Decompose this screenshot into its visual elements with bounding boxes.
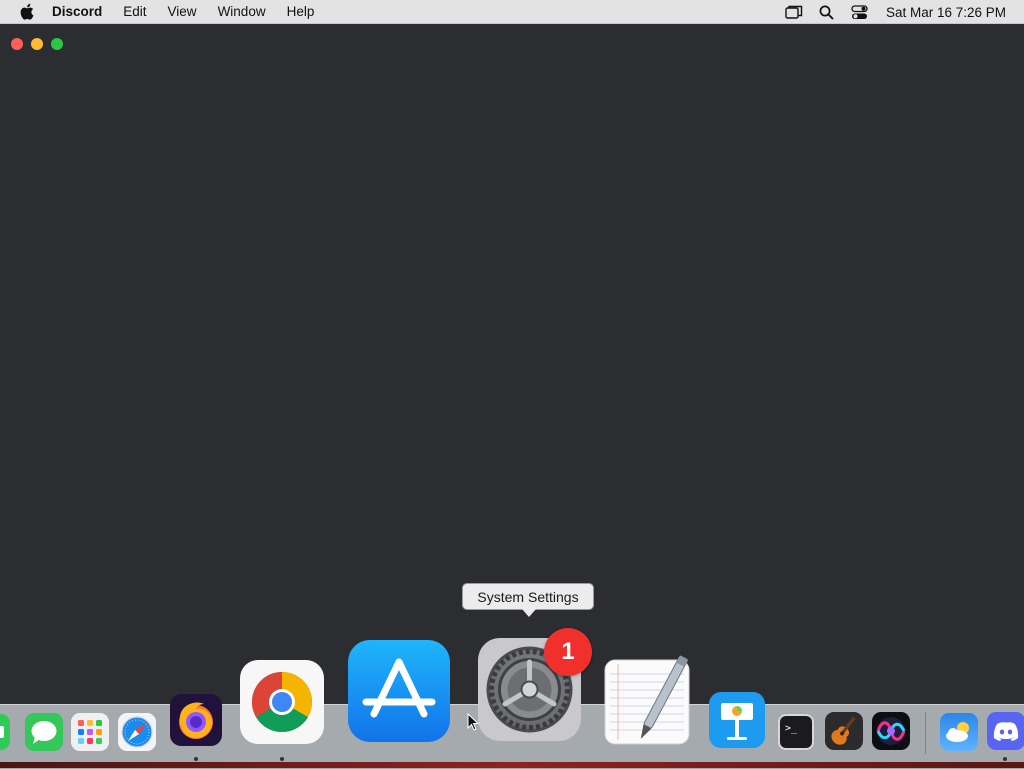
dock-app-chrome[interactable]	[240, 660, 324, 744]
dock-app-app-store[interactable]	[348, 640, 450, 742]
running-indicator	[280, 757, 284, 761]
dock-app-firefox[interactable]	[170, 694, 222, 746]
menu-view[interactable]: View	[168, 0, 197, 24]
menu-app-name[interactable]: Discord	[52, 0, 102, 24]
search-icon[interactable]	[818, 4, 836, 20]
dock-app-textedit[interactable]	[604, 650, 692, 746]
menu-window[interactable]: Window	[218, 0, 266, 24]
control-center-icon[interactable]	[851, 4, 869, 20]
menu-help[interactable]: Help	[287, 0, 315, 24]
maximize-button[interactable]	[51, 38, 63, 50]
minimize-button[interactable]	[31, 38, 43, 50]
menu-edit[interactable]: Edit	[123, 0, 146, 24]
dock-separator	[925, 712, 926, 754]
menu-bar: Discord Edit View Window Help Sat Mar 16…	[0, 0, 1024, 24]
window-icon[interactable]	[785, 4, 803, 20]
menubar-clock[interactable]: Sat Mar 16 7:26 PM	[886, 5, 1006, 20]
tooltip-arrow	[522, 609, 536, 617]
dock-app-facetime[interactable]	[0, 714, 12, 750]
dock-tooltip: System Settings	[462, 583, 594, 610]
dock-app-keynote[interactable]	[709, 692, 765, 748]
dock-app-launchpad[interactable]	[71, 713, 109, 751]
dock-app-discord[interactable]	[987, 712, 1024, 750]
mouse-cursor-icon	[467, 712, 480, 736]
apple-icon[interactable]	[19, 3, 35, 20]
running-indicator	[194, 757, 198, 761]
dock-app-messages[interactable]	[25, 713, 63, 751]
dock-app-garageband[interactable]	[825, 712, 863, 750]
dock-app-safari[interactable]	[118, 713, 156, 751]
desktop-wallpaper-strip	[0, 762, 1024, 768]
running-indicator	[1003, 757, 1007, 761]
dock-app-siri[interactable]	[872, 712, 910, 750]
dock-app-terminal[interactable]: >_	[778, 714, 814, 750]
dock-app-weather[interactable]	[940, 713, 978, 751]
close-button[interactable]	[11, 38, 23, 50]
notification-badge: 1	[544, 628, 592, 676]
svg-text:>_: >_	[785, 723, 798, 734]
